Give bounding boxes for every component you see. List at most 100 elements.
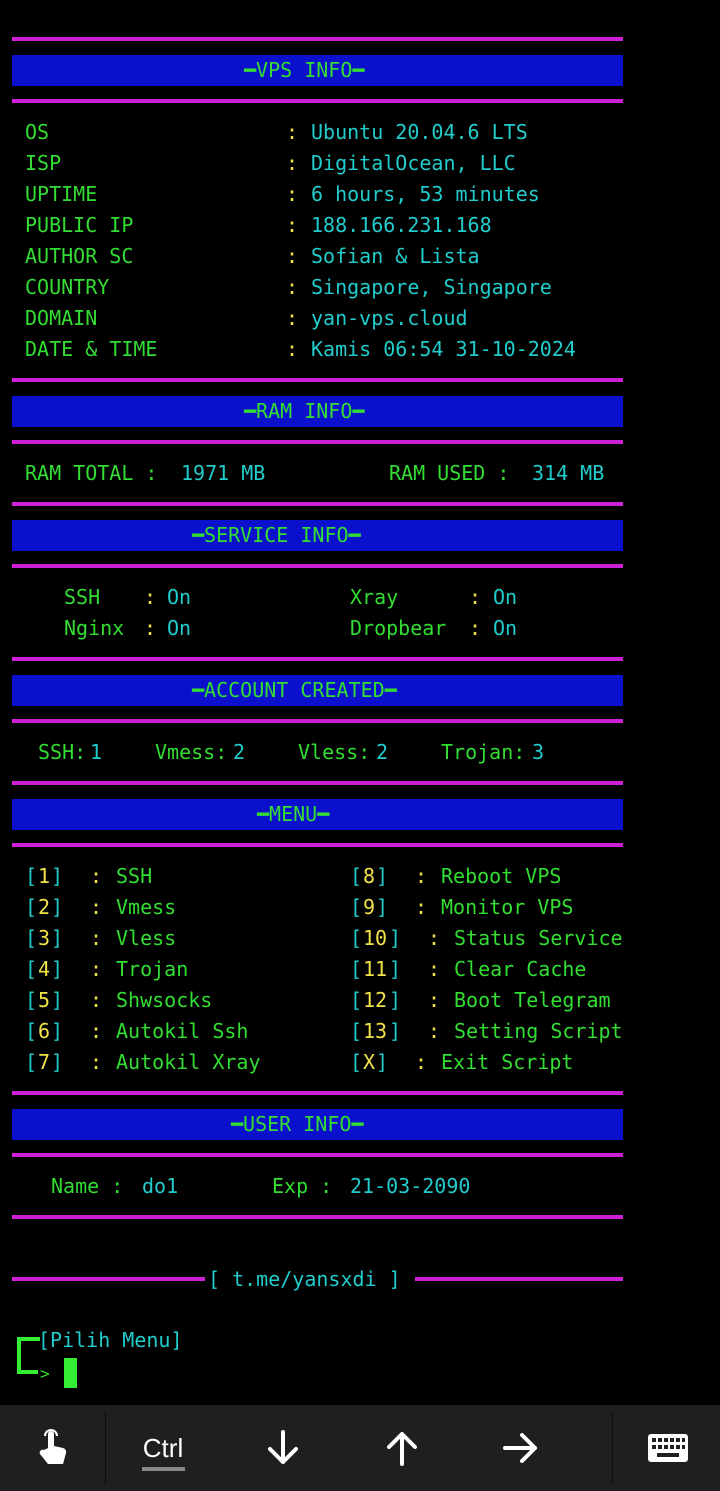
menu-key[interactable]: 8 xyxy=(363,864,375,888)
keyboard-toggle-button[interactable] xyxy=(615,1405,720,1491)
menu-item-label[interactable]: Exit Script xyxy=(441,1050,573,1074)
bracket: ] xyxy=(51,957,64,981)
arrow-right-icon xyxy=(503,1433,537,1463)
menu-key[interactable]: 7 xyxy=(38,1050,50,1074)
vps-info-key: DATE & TIME xyxy=(25,337,158,361)
bracket: [ xyxy=(350,864,363,888)
menu-item-label[interactable]: Autokil Ssh xyxy=(116,1019,248,1043)
menu-item-label[interactable]: Monitor VPS xyxy=(441,895,573,919)
prompt-arrow: > xyxy=(40,1364,50,1383)
section-title: ━ACCOUNT CREATED━ xyxy=(192,678,397,702)
vps-info-key: AUTHOR SC xyxy=(25,244,134,268)
menu-item-label[interactable]: Boot Telegram xyxy=(454,988,611,1012)
menu-key[interactable]: 13 xyxy=(363,1019,387,1043)
vps-info-key: COUNTRY xyxy=(25,275,110,299)
menu-item-label[interactable]: Autokil Xray xyxy=(116,1050,261,1074)
menu-item-label[interactable]: Vless xyxy=(116,926,176,950)
separator-colon: : xyxy=(415,895,428,919)
bracket: ] xyxy=(51,988,64,1012)
menu-key[interactable]: 6 xyxy=(38,1019,50,1043)
menu-key[interactable]: 9 xyxy=(363,895,375,919)
menu-item-label[interactable]: Status Service xyxy=(454,926,623,950)
separator-colon: : xyxy=(286,182,299,206)
service-name: Nginx xyxy=(64,616,125,640)
section-header-user: ━USER INFO━ xyxy=(12,1109,623,1140)
menu-item-label[interactable]: Vmess xyxy=(116,895,176,919)
touch-hand-icon xyxy=(39,1429,66,1464)
vps-info-value: 188.166.231.168 xyxy=(311,213,492,237)
menu-item-label[interactable]: Shwsocks xyxy=(116,988,212,1012)
menu-key[interactable]: 12 xyxy=(363,988,387,1012)
separator-colon: : xyxy=(286,213,299,237)
arrow-down-icon xyxy=(268,1430,298,1464)
separator-colon: : xyxy=(469,616,482,640)
menu-key[interactable]: 4 xyxy=(38,957,50,981)
divider xyxy=(12,781,623,785)
divider xyxy=(12,1091,623,1095)
divider xyxy=(12,440,623,444)
menu-key[interactable]: 1 xyxy=(38,864,50,888)
divider xyxy=(12,1277,205,1281)
menu-key[interactable]: 3 xyxy=(38,926,50,950)
vps-info-value: Kamis 06:54 31-10-2024 xyxy=(311,337,576,361)
separator-colon: : xyxy=(428,957,441,981)
terminal-cursor[interactable] xyxy=(64,1358,77,1388)
menu-item-label[interactable]: SSH xyxy=(116,864,152,888)
vps-info-key: OS xyxy=(25,120,50,144)
separator-colon: : xyxy=(286,275,299,299)
service-name: Dropbear xyxy=(350,616,447,640)
divider xyxy=(12,502,623,506)
menu-key[interactable]: 2 xyxy=(38,895,50,919)
bracket: ] xyxy=(51,1019,64,1043)
menu-item-label[interactable]: Clear Cache xyxy=(454,957,586,981)
user-exp-value: 21-03-2090 xyxy=(350,1174,471,1198)
account-count-label: Trojan: xyxy=(441,740,526,764)
separator-colon: : xyxy=(90,957,103,981)
menu-key[interactable]: 11 xyxy=(363,957,387,981)
footer-link[interactable]: [ t.me/yansxdi ] xyxy=(208,1267,401,1291)
account-count-value: 2 xyxy=(376,740,389,764)
separator-colon: : xyxy=(415,1050,428,1074)
touch-button[interactable] xyxy=(0,1405,105,1491)
account-count-value: 3 xyxy=(532,740,545,764)
separator-colon: : xyxy=(286,151,299,175)
bracket: [ xyxy=(350,957,363,981)
section-title: ━RAM INFO━ xyxy=(244,399,365,423)
bracket: ] xyxy=(389,988,402,1012)
separator-colon: : xyxy=(144,616,157,640)
prompt-label: [Pilih Menu] xyxy=(38,1328,183,1352)
ram-used-value: 314 MB xyxy=(532,461,605,485)
menu-key[interactable]: 10 xyxy=(363,926,387,950)
bracket: [ xyxy=(25,957,38,981)
down-key-button[interactable] xyxy=(228,1405,338,1491)
right-key-button[interactable] xyxy=(466,1405,576,1491)
separator xyxy=(105,1411,106,1485)
menu-item-label[interactable]: Setting Script xyxy=(454,1019,623,1043)
bracket: [ xyxy=(25,988,38,1012)
divider xyxy=(12,657,623,661)
bracket: [ xyxy=(25,926,38,950)
bracket: [ xyxy=(350,988,363,1012)
section-title: ━USER INFO━ xyxy=(231,1112,364,1136)
separator-colon: : xyxy=(286,244,299,268)
account-count-label: Vless: xyxy=(298,740,371,764)
service-status: On xyxy=(493,585,518,609)
menu-item-label[interactable]: Reboot VPS xyxy=(441,864,561,888)
divider xyxy=(12,719,623,723)
menu-key[interactable]: X xyxy=(363,1050,375,1074)
bracket: [ xyxy=(25,864,38,888)
separator xyxy=(612,1411,613,1485)
separator-colon: : xyxy=(144,585,157,609)
service-status: On xyxy=(167,616,192,640)
up-key-button[interactable] xyxy=(347,1405,457,1491)
account-count-label: Vmess: xyxy=(155,740,228,764)
bracket: [ xyxy=(25,895,38,919)
ctrl-underline xyxy=(142,1467,185,1471)
bracket: [ xyxy=(25,1050,38,1074)
section-header-account: ━ACCOUNT CREATED━ xyxy=(12,675,623,706)
separator-colon: : xyxy=(415,864,428,888)
bracket: ] xyxy=(389,957,402,981)
menu-item-label[interactable]: Trojan xyxy=(116,957,188,981)
ctrl-key-button[interactable]: Ctrl xyxy=(108,1405,218,1491)
menu-key[interactable]: 5 xyxy=(38,988,50,1012)
